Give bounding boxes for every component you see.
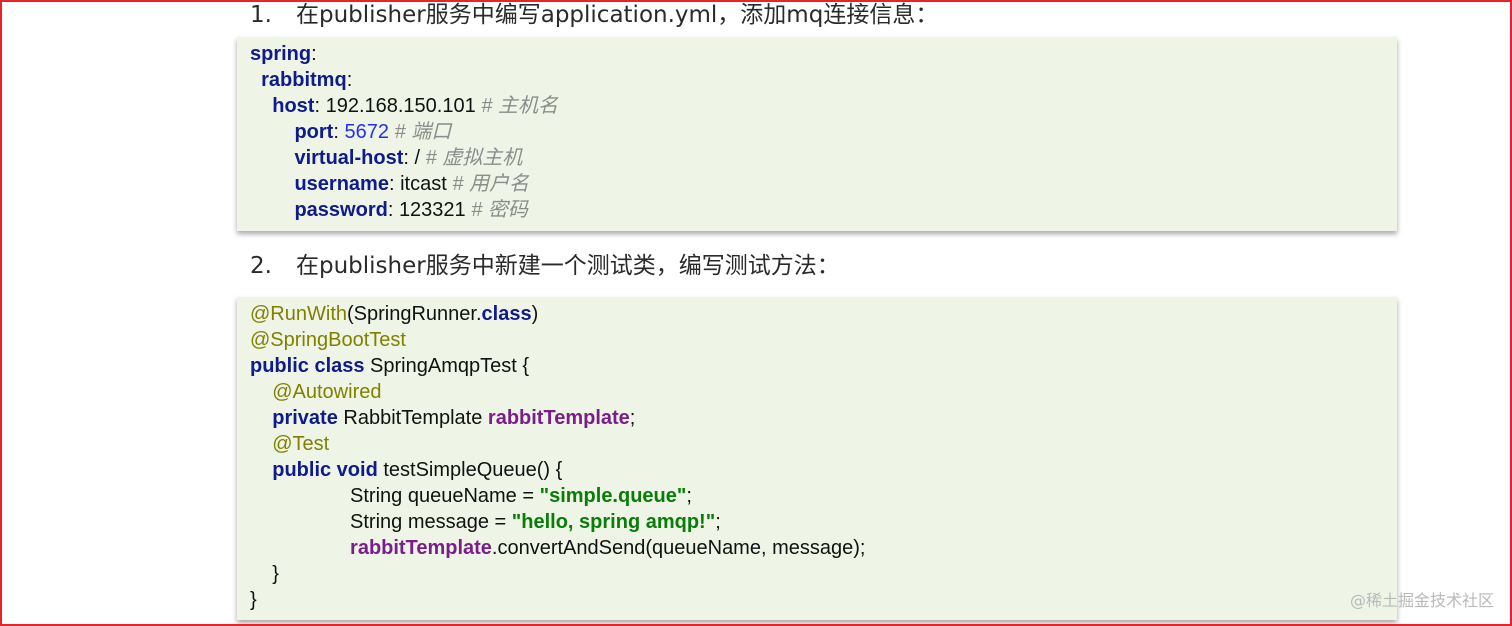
code-text: (SpringRunner.: [347, 303, 482, 325]
code-line: rabbitmq:: [261, 69, 353, 91]
step-2-heading: 2. 在publisher服务中新建一个测试类，编写测试方法：: [250, 252, 840, 280]
code-line: spring:: [250, 43, 317, 65]
keyword: public void: [272, 459, 378, 481]
annotation: @Test: [272, 433, 330, 455]
yaml-value: 192.168.150.101: [325, 95, 476, 117]
code-line: password: 123321 # 密码: [294, 199, 528, 221]
yaml-comment: # 密码: [471, 199, 528, 221]
code-text: ;: [715, 511, 721, 533]
yaml-value: /: [414, 147, 421, 169]
code-line: public void testSimpleQueue() {: [250, 457, 1397, 483]
code-line: virtual-host: / # 虚拟主机: [294, 147, 523, 169]
code-line: private RabbitTemplate rabbitTemplate;: [250, 405, 1397, 431]
code-line: public class SpringAmqpTest {: [250, 353, 1397, 379]
yaml-value: 123321: [398, 199, 466, 221]
step-2-number: 2.: [250, 253, 272, 279]
code-text: }: [272, 563, 279, 585]
watermark: @稀土掘金技术社区: [1349, 591, 1494, 610]
annotation: @Autowired: [272, 381, 382, 403]
code-text: testSimpleQueue() {: [377, 459, 563, 481]
yaml-key: username: [294, 173, 389, 195]
code-text: }: [250, 589, 257, 611]
annotation: @RunWith: [250, 303, 347, 325]
step-2-text: 在publisher服务中新建一个测试类，编写测试方法：: [296, 253, 840, 279]
yaml-key: password: [294, 199, 388, 221]
code-line: }: [250, 561, 1397, 587]
code-text: .convertAndSend(queueName, message);: [491, 537, 866, 559]
code-text: SpringAmqpTest {: [364, 355, 530, 377]
code-line: @Autowired: [250, 379, 1397, 405]
code-line: }: [250, 587, 1397, 613]
code-text: ;: [686, 485, 692, 507]
code-line: rabbitTemplate.convertAndSend(queueName,…: [250, 535, 1397, 561]
field-name: rabbitTemplate: [350, 537, 492, 559]
document-frame: 1. 在publisher服务中编写application.yml，添加mq连接信…: [0, 0, 1512, 626]
code-line: username: itcast # 用户名: [294, 173, 530, 195]
yaml-key: host: [272, 95, 315, 117]
code-text: String message =: [350, 511, 512, 533]
code-line: @RunWith(SpringRunner.class): [250, 301, 1397, 327]
java-code-block: @RunWith(SpringRunner.class) @SpringBoot…: [237, 297, 1397, 620]
yaml-key: virtual-host: [294, 147, 404, 169]
keyword: class: [481, 303, 532, 325]
code-line: String queueName = "simple.queue";: [250, 483, 1397, 509]
code-line: @SpringBootTest: [250, 327, 1397, 353]
keyword: private: [272, 407, 338, 429]
step-1-heading: 1. 在publisher服务中编写application.yml，添加mq连接信…: [250, 2, 939, 29]
yaml-comment: # 用户名: [452, 173, 530, 195]
code-text: ;: [629, 407, 636, 429]
code-text: RabbitTemplate: [337, 407, 488, 429]
string-literal: "simple.queue": [539, 485, 687, 507]
yaml-key: port: [294, 121, 334, 143]
code-text: String queueName =: [350, 485, 540, 507]
field-name: rabbitTemplate: [487, 407, 630, 429]
code-text: ): [531, 303, 539, 325]
yaml-value: 5672: [344, 121, 389, 143]
yaml-comment: # 虚拟主机: [425, 147, 523, 169]
string-literal: "hello, spring amqp!": [511, 511, 716, 533]
code-line: @Test: [250, 431, 1397, 457]
yaml-value: itcast: [400, 173, 447, 195]
yaml-comment: # 主机名: [481, 95, 558, 117]
step-1-text: 在publisher服务中编写application.yml，添加mq连接信息：: [296, 2, 939, 28]
code-line: host: 192.168.150.101 # 主机名: [272, 95, 558, 117]
keyword: public class: [250, 355, 365, 377]
yaml-comment: # 端口: [394, 121, 452, 143]
code-line: port: 5672 # 端口: [294, 121, 452, 143]
yaml-key: rabbitmq: [261, 69, 347, 91]
yaml-key: spring: [250, 43, 312, 65]
code-line: String message = "hello, spring amqp!";: [250, 509, 1397, 535]
annotation: @SpringBootTest: [250, 329, 406, 351]
step-1-number: 1.: [250, 2, 272, 28]
yaml-code-block: spring: rabbitmq: host: 192.168.150.101 …: [237, 37, 1397, 231]
